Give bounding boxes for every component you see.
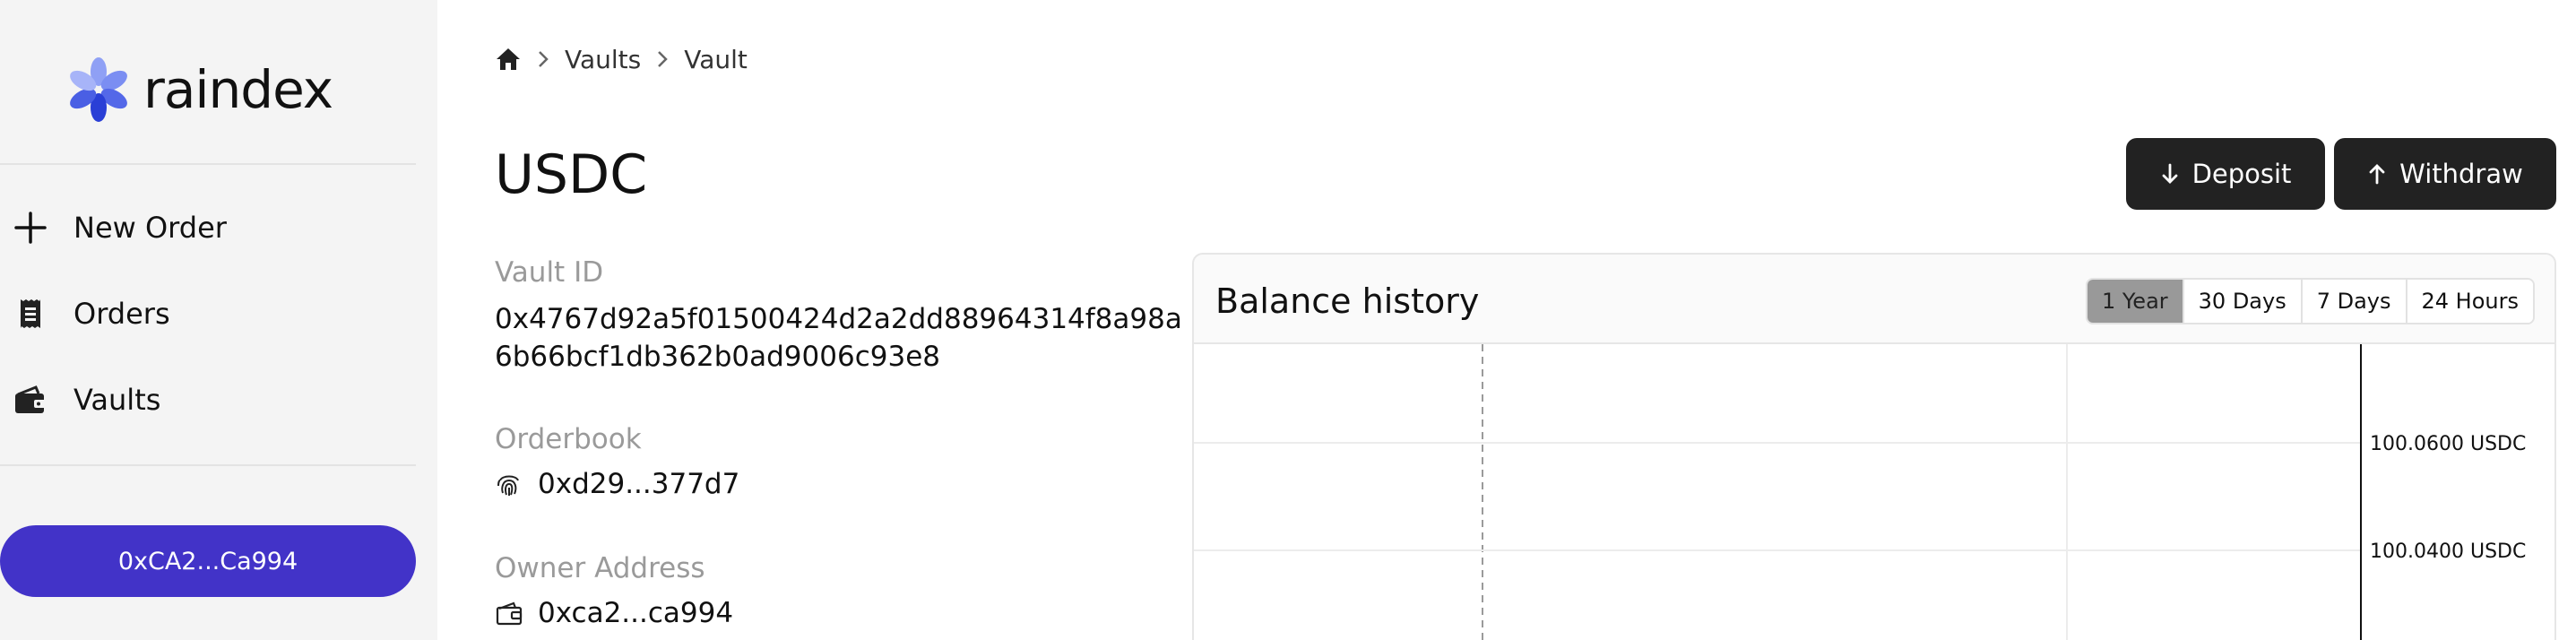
orderbook-address: 0xd29...377d7 [538,468,740,500]
withdraw-label: Withdraw [2399,159,2523,189]
plus-icon [13,210,48,246]
breadcrumb-vaults[interactable]: Vaults [565,45,641,74]
orderbook-value[interactable]: 0xd29...377d7 [495,468,739,500]
range-7-days[interactable]: 7 Days [2300,280,2406,323]
arrow-up-icon [2367,162,2387,186]
range-1-year[interactable]: 1 Year [2087,280,2183,323]
range-30-days[interactable]: 30 Days [2182,280,2301,323]
chevron-right-icon [534,48,552,70]
breadcrumb-vault: Vault [684,44,748,74]
arrow-down-icon [2160,162,2180,186]
deposit-label: Deposit [2191,159,2292,189]
y-tick-label: 100.0600 USDC [2370,433,2526,455]
balance-chart[interactable]: 100.0600 USDC 100.0400 USDC [1194,344,2556,640]
sidebar-item-vaults[interactable]: Vaults [13,375,160,425]
raindex-logo-icon [70,57,127,122]
vault-id-line-1: 0x4767d92a5f01500424d2a2dd88964314f8a98a [495,303,1182,335]
wallet-icon [495,599,523,627]
owner-address-value[interactable]: 0xca2...ca994 [495,597,733,629]
sidebar-divider [0,464,416,466]
sidebar-divider [0,163,416,165]
wallet-address-button[interactable]: 0xCA2...Ca994 [0,525,416,597]
withdraw-button[interactable]: Withdraw [2334,138,2556,210]
home-icon[interactable] [495,46,522,73]
range-24-hours[interactable]: 24 Hours [2405,280,2533,323]
balance-chart-area[interactable]: 100.0600 USDC 100.0400 USDC [1194,342,2556,640]
sidebar-item-label: Vaults [73,383,161,417]
balance-history-title: Balance history [1215,281,1480,321]
breadcrumb: Vaults Vault [495,41,748,77]
sidebar: raindex New Order Orders Vaults 0xCA2...… [0,0,437,640]
chevron-right-icon [653,48,671,70]
brand-name: raindex [143,59,333,120]
receipt-icon [13,296,48,332]
deposit-button[interactable]: Deposit [2126,138,2325,210]
page-title: USDC [495,143,648,206]
balance-history-card: Balance history 1 Year 30 Days 7 Days 24… [1192,253,2556,640]
owner-address-label: Owner Address [495,552,705,584]
sidebar-item-label: Orders [73,297,170,331]
brand[interactable]: raindex [65,54,333,125]
sidebar-item-orders[interactable]: Orders [13,289,170,339]
sidebar-item-new-order[interactable]: New Order [13,203,227,253]
y-tick-label: 100.0400 USDC [2370,541,2526,563]
owner-address: 0xca2...ca994 [538,597,734,629]
fingerprint-icon [495,470,523,498]
vault-id-line-2: 6b66bcf1db362b0ad9006c93e8 [495,341,940,373]
wallet-icon [13,382,48,418]
vault-id-label: Vault ID [495,256,604,289]
orderbook-label: Orderbook [495,423,642,455]
sidebar-item-label: New Order [73,211,227,245]
time-range-selector: 1 Year 30 Days 7 Days 24 Hours [2085,278,2535,324]
